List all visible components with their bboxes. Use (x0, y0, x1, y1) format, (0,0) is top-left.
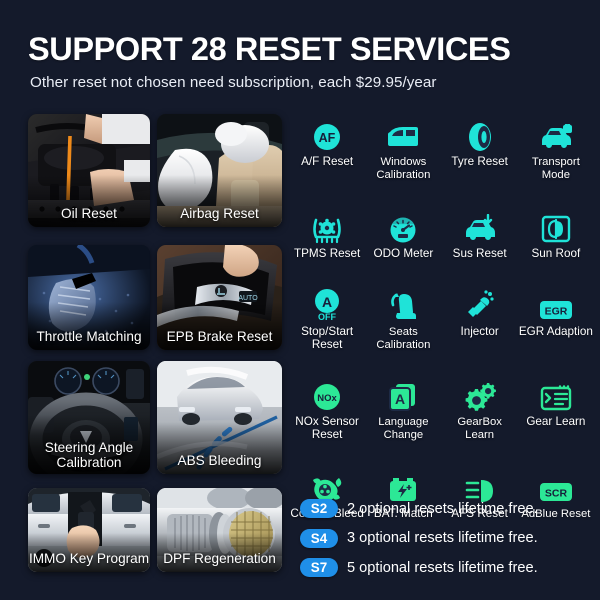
reset-item-windows-calibration[interactable]: Windows Calibration (365, 112, 441, 182)
car-seat-icon (365, 282, 441, 322)
egr-badge-icon: EGR (518, 282, 594, 322)
nox-circle-icon: NOx (289, 372, 365, 412)
reset-services-icon-grid: AF A/F Reset Windows Calibration Tyre Re… (289, 112, 594, 520)
tier-description: 3 optional resets lifetime free. (347, 530, 538, 546)
reset-item-tpms-reset[interactable]: TPMS Reset (289, 204, 365, 261)
reset-item-transport-mode[interactable]: Transport Mode (518, 112, 594, 182)
icon-row-1: AF A/F Reset Windows Calibration Tyre Re… (289, 112, 594, 182)
tier-badge-s2: S2 (300, 499, 338, 518)
svg-text:EGR: EGR (544, 306, 567, 318)
reset-item-label: Injector (460, 325, 499, 339)
svg-text:AF: AF (319, 131, 336, 145)
car-lock-icon (518, 112, 594, 152)
reset-item-sus-reset[interactable]: Sus Reset (442, 204, 518, 261)
svg-text:SCR: SCR (545, 487, 568, 499)
svg-text:A: A (395, 391, 405, 407)
reset-item-label: Transport Mode (531, 156, 580, 181)
subscription-tier-row: S7 5 optional resets lifetime free. (300, 555, 538, 580)
reset-item-tyre-reset[interactable]: Tyre Reset (442, 112, 518, 182)
tile-caption: DPF Regeneration (163, 551, 276, 566)
icon-row-3: A OFF Stop/Start Reset Seats Calibration (289, 282, 594, 352)
reset-item-sun-roof[interactable]: Sun Roof (518, 204, 594, 261)
reset-item-label: EGR Adaption (518, 325, 593, 339)
tile-caption: Throttle Matching (36, 329, 142, 344)
photo-tile-throttle-matching[interactable]: Throttle Matching (28, 245, 150, 350)
reset-item-nox-sensor-reset[interactable]: NOx NOx Sensor Reset (289, 372, 365, 442)
subscription-tier-list: S2 2 optional resets lifetime free. S4 3… (300, 496, 538, 585)
photo-tile-oil-reset[interactable]: Oil Reset (28, 114, 150, 227)
tile-caption: IMMO Key Program (28, 551, 150, 566)
sunroof-icon (518, 204, 594, 244)
odometer-gauge-icon (365, 204, 441, 244)
gear-learn-list-icon (518, 372, 594, 412)
tier-description: 2 optional resets lifetime free. (347, 500, 538, 517)
language-a-book-icon: A (365, 372, 441, 412)
photo-tile-abs-bleeding[interactable]: ABS Bleeding (157, 361, 282, 474)
subscription-tier-row: S4 3 optional resets lifetime free. (300, 526, 538, 551)
fuel-injector-icon (442, 282, 518, 322)
reset-item-seats-calibration[interactable]: Seats Calibration (365, 282, 441, 352)
reset-item-gear-learn[interactable]: Gear Learn (518, 372, 594, 442)
page-subtitle: Other reset not chosen need subscription… (30, 74, 437, 91)
svg-text:NOx: NOx (317, 393, 337, 404)
svg-text:OFF: OFF (318, 312, 336, 322)
tile-caption: ABS Bleeding (177, 453, 262, 468)
reset-item-label: Windows Calibration (376, 156, 431, 181)
tpms-pressure-icon (289, 204, 365, 244)
car-suspension-icon (442, 204, 518, 244)
reset-item-label: Language Change (378, 415, 429, 441)
reset-item-label: ODO Meter (373, 246, 434, 260)
reset-item-label: TPMS Reset (294, 246, 361, 260)
photo-tile-airbag-reset[interactable]: Airbag Reset (157, 114, 282, 227)
reset-item-egr-adaption[interactable]: EGR EGR Adaption (518, 282, 594, 352)
a-off-circle-icon: A OFF (289, 282, 365, 322)
page-title: SUPPORT 28 RESET SERVICES (28, 31, 511, 67)
tile-caption: Oil Reset (61, 206, 117, 221)
reset-item-label: NOx Sensor Reset (295, 414, 359, 441)
icon-row-2: TPMS Reset ODO Meter Sus Reset Sun Roof (289, 204, 594, 261)
tier-badge-s7: S7 (300, 558, 338, 577)
car-window-icon (365, 112, 441, 152)
reset-item-af-reset[interactable]: AF A/F Reset (289, 112, 365, 182)
tyre-icon (442, 112, 518, 152)
af-circle-icon: AF (289, 112, 365, 152)
promo-banner: SUPPORT 28 RESET SERVICES Other reset no… (0, 0, 600, 600)
photo-tile-steering-angle-calibration[interactable]: Steering Angle Calibration (28, 361, 150, 474)
reset-item-label: A/F Reset (301, 155, 354, 168)
subscription-tier-row: S2 2 optional resets lifetime free. (300, 496, 538, 521)
icon-row-4: NOx NOx Sensor Reset A Language Change G… (289, 372, 594, 442)
reset-item-label: Tyre Reset (451, 155, 508, 168)
reset-item-language-change[interactable]: A Language Change (365, 372, 441, 442)
tier-description: 5 optional resets lifetime free. (347, 559, 538, 576)
tile-caption: EPB Brake Reset (166, 329, 273, 344)
photo-tile-epb-brake-reset[interactable]: AUTO EPB Brake Reset (157, 245, 282, 350)
photo-tile-immo-key-program[interactable]: IMMO Key Program (28, 488, 150, 572)
tile-caption: Airbag Reset (180, 206, 259, 221)
reset-item-label: Sus Reset (452, 246, 507, 260)
reset-item-label: GearBox Learn (457, 415, 502, 441)
reset-item-odo-meter[interactable]: ODO Meter (365, 204, 441, 261)
tier-badge-s4: S4 (300, 528, 338, 548)
reset-item-label: Seats Calibration (376, 326, 431, 352)
tile-caption: Steering Angle Calibration (44, 440, 134, 470)
photo-tile-dpf-regeneration[interactable]: DPF Regeneration (157, 488, 282, 572)
reset-item-gearbox-learn[interactable]: GearBox Learn (442, 372, 518, 442)
reset-item-label: Stop/Start Reset (301, 325, 354, 352)
reset-item-label: Sun Roof (531, 246, 581, 260)
reset-item-stop-start-reset[interactable]: A OFF Stop/Start Reset (289, 282, 365, 352)
svg-text:A: A (322, 294, 332, 310)
reset-item-label: Gear Learn (526, 414, 586, 428)
gears-icon (442, 372, 518, 412)
reset-item-injector[interactable]: Injector (442, 282, 518, 352)
